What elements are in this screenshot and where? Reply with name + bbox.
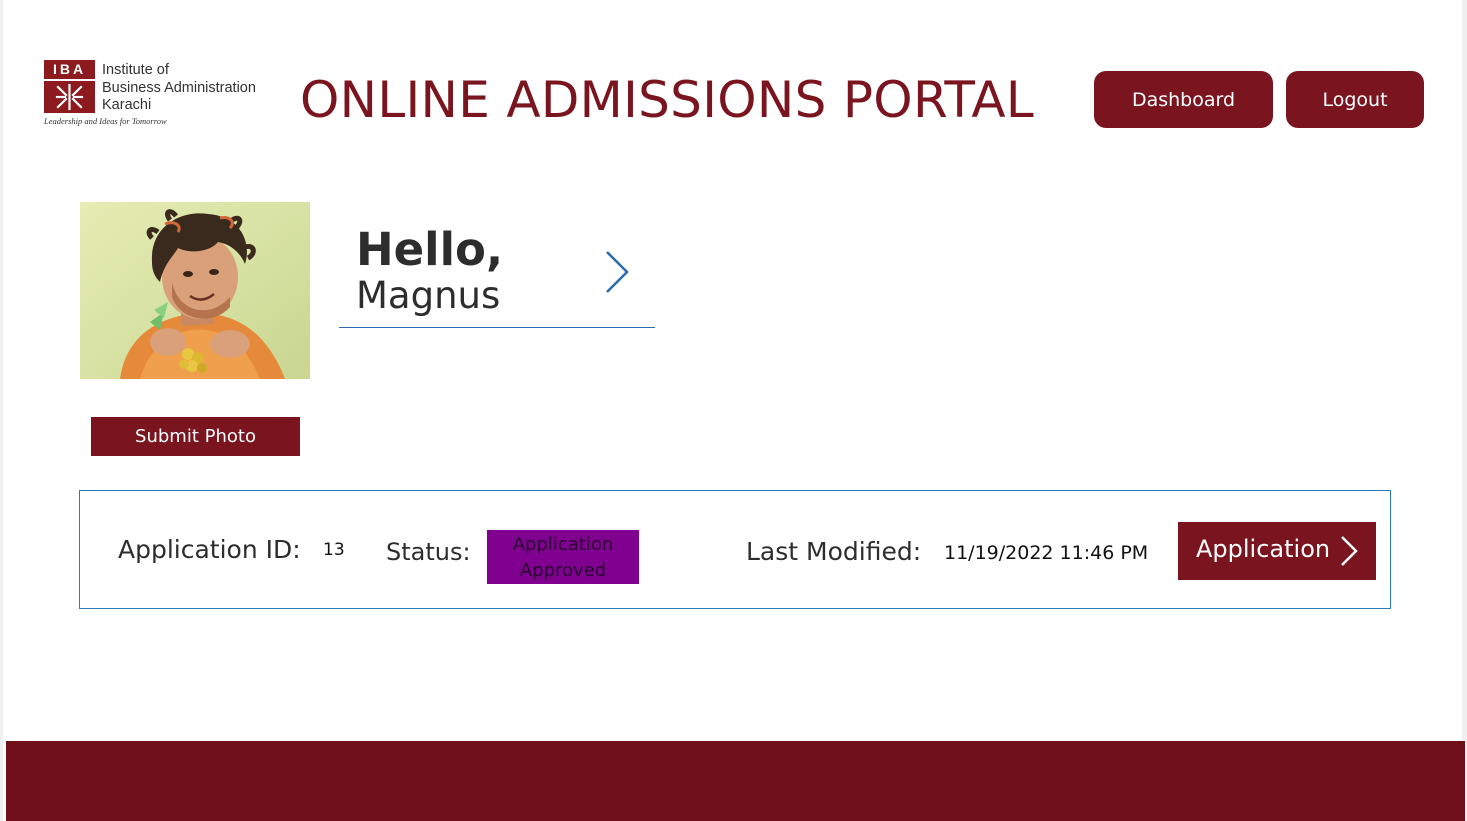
logo-name: Institute of Business Administration Kar…: [102, 62, 256, 115]
logo-badge: IBA: [44, 60, 95, 113]
status-label: Status:: [386, 538, 471, 566]
chevron-right-icon[interactable]: [601, 248, 631, 296]
profile-photo: [80, 202, 310, 379]
logo-tagline: Leadership and Ideas for Tomorrow: [44, 116, 167, 126]
application-button[interactable]: Application: [1178, 522, 1376, 580]
app-window: IBA Institute of Business Administration…: [0, 0, 1467, 821]
last-modified-label: Last Modified:: [746, 537, 922, 566]
logo-name-line-2: Business Administration: [102, 79, 256, 96]
application-id-value: 13: [323, 540, 345, 560]
dashboard-button[interactable]: Dashboard: [1094, 71, 1273, 128]
page-title: ONLINE ADMISSIONS PORTAL: [300, 71, 1034, 129]
logo-name-line-3: Karachi: [102, 97, 152, 113]
application-button-label: Application: [1196, 535, 1331, 563]
avatar-illustration: [80, 202, 310, 379]
logo-emblem-icon: [55, 83, 84, 111]
application-id-label: Application ID:: [118, 535, 301, 564]
iba-logo: IBA Institute of Business Administration…: [44, 60, 259, 130]
submit-photo-button[interactable]: Submit Photo: [91, 417, 300, 456]
user-name: Magnus: [356, 274, 501, 317]
status-badge: Application Approved: [487, 530, 639, 584]
greeting-link[interactable]: Hello, Magnus: [339, 218, 655, 328]
logo-name-line-1: Institute of: [102, 62, 169, 78]
logout-button[interactable]: Logout: [1286, 71, 1424, 128]
greeting-text: Hello,: [356, 223, 504, 276]
last-modified-value: 11/19/2022 11:46 PM: [944, 542, 1149, 564]
chevron-right-icon: [1341, 536, 1358, 566]
application-card: Application ID: 13 Status: Application A…: [79, 490, 1391, 609]
footer-bar: [6, 741, 1465, 821]
logo-badge-text: IBA: [52, 61, 87, 77]
